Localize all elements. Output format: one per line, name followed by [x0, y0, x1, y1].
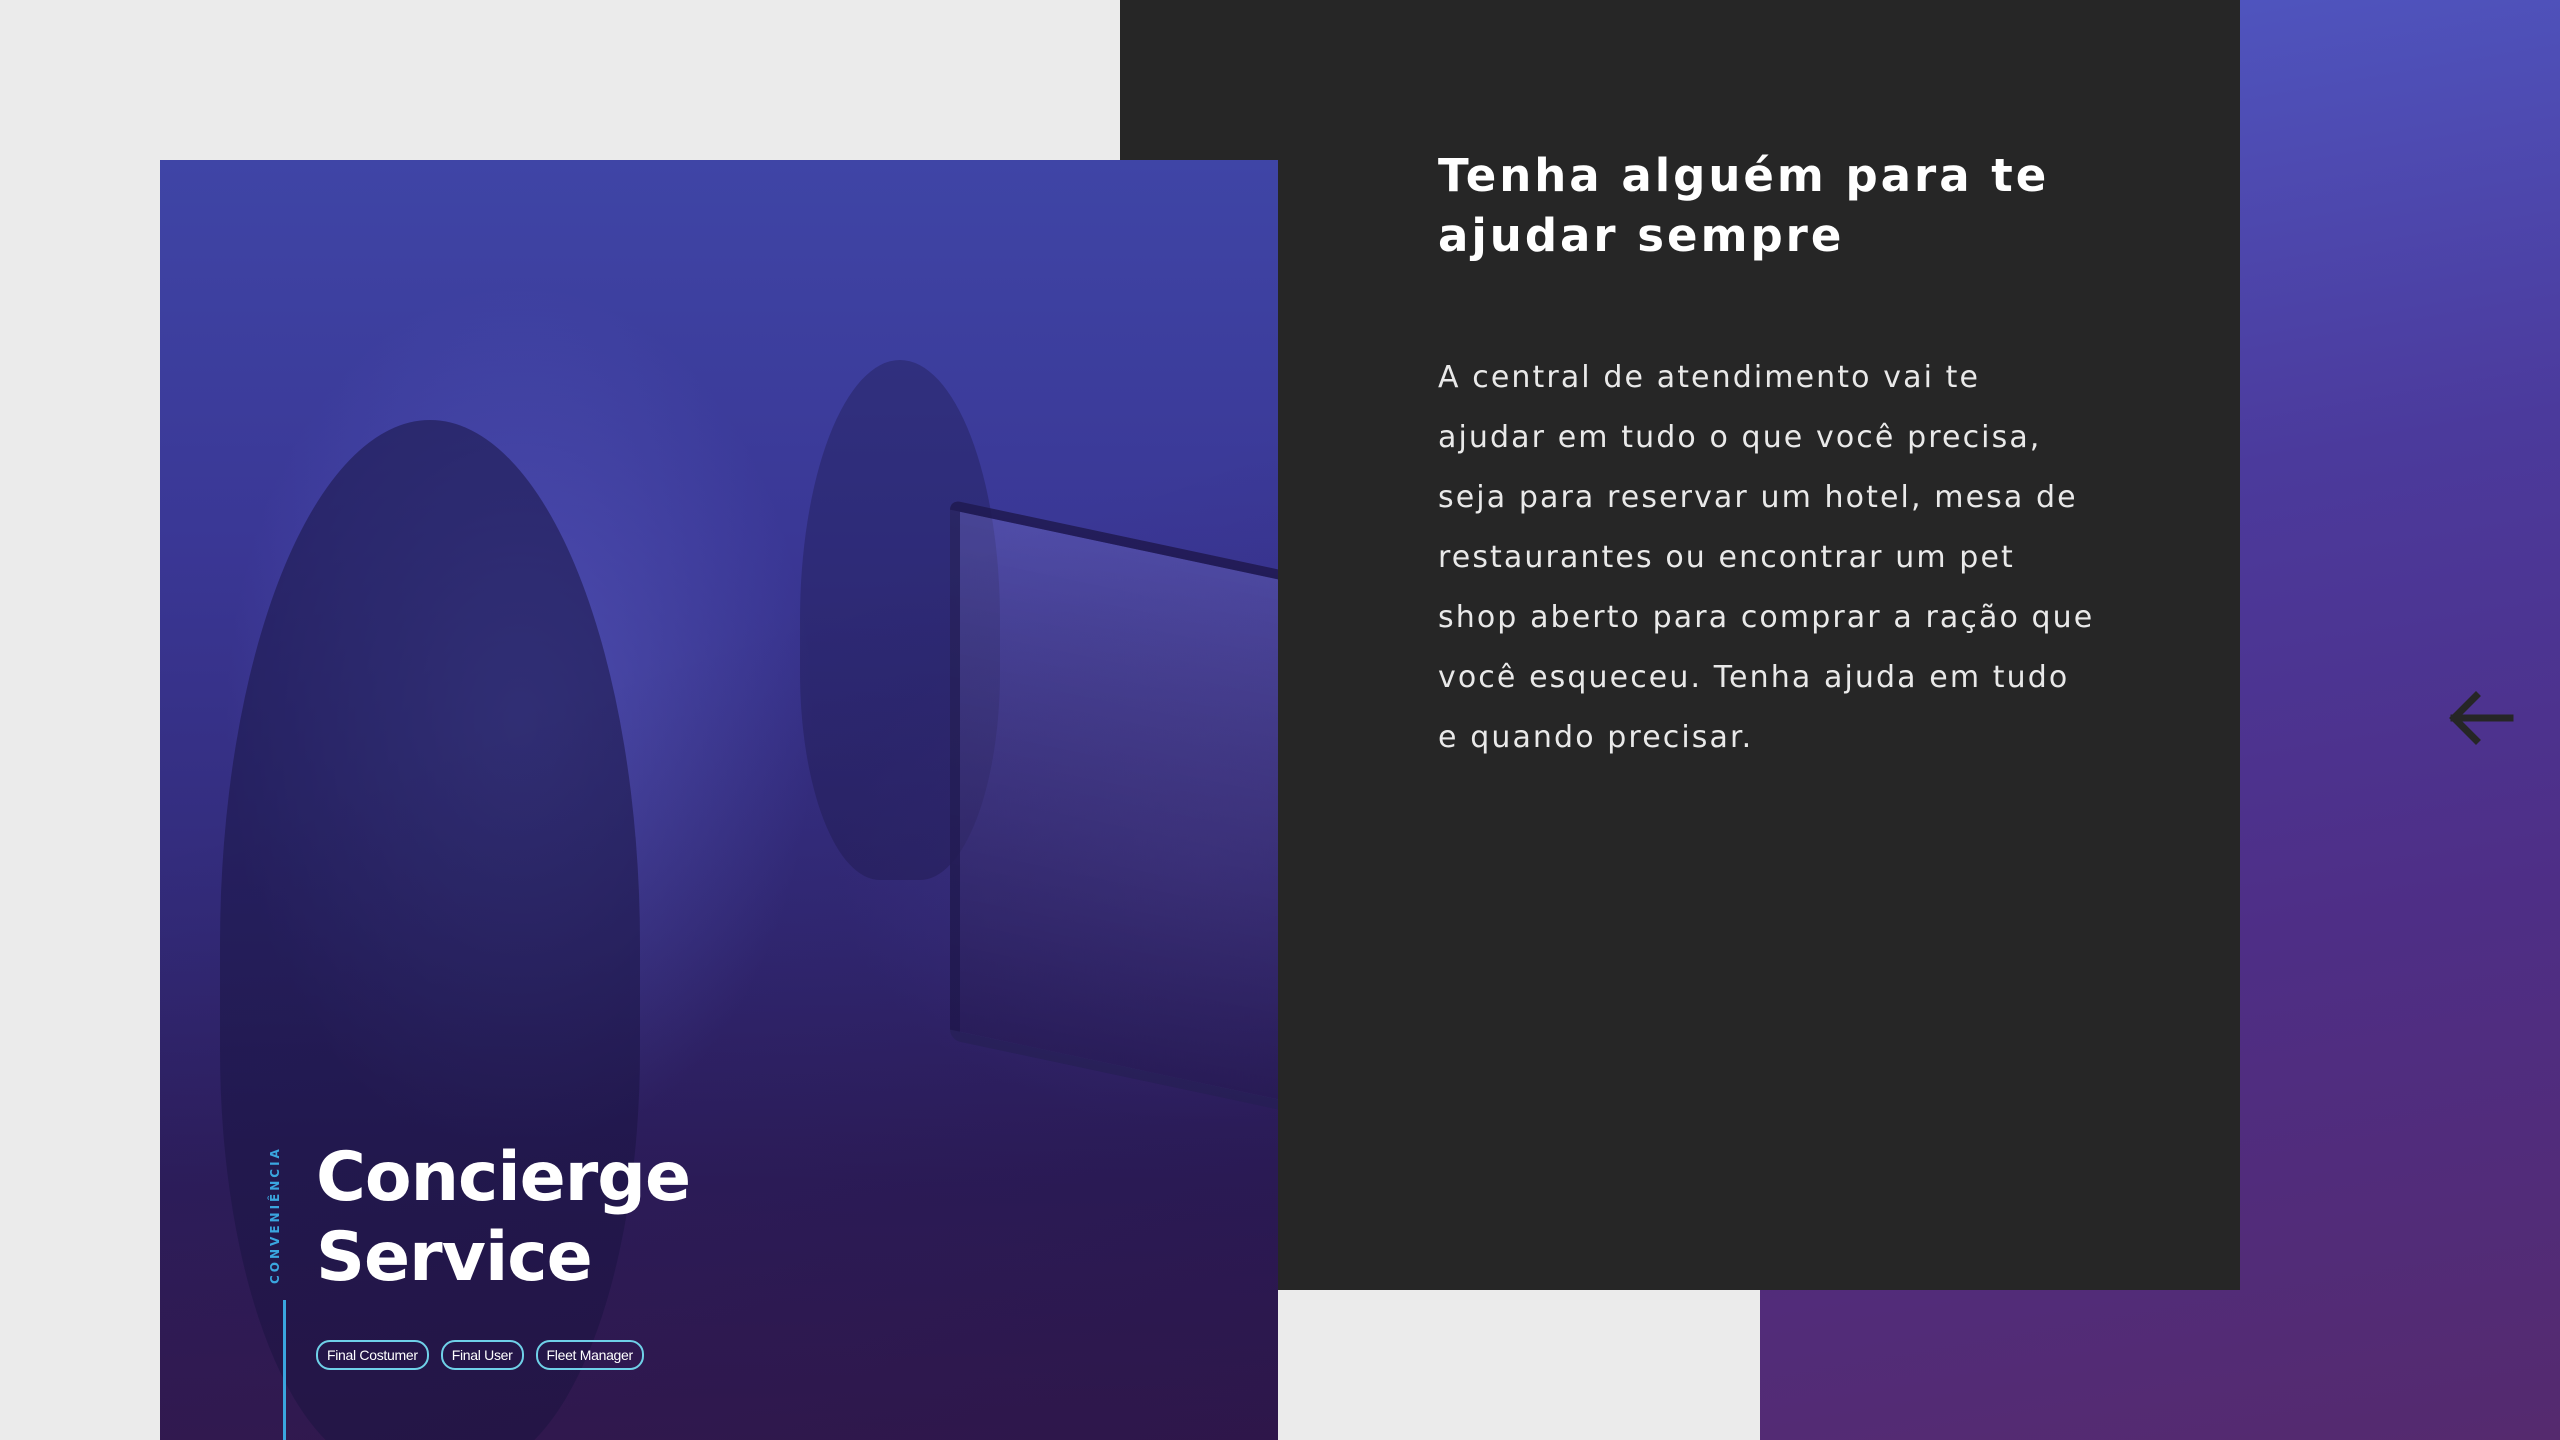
category-label: CONVENIÊNCIA [268, 1146, 282, 1284]
tag-final-user: Final User [440, 1340, 524, 1370]
hero-title: Concierge Service [316, 1138, 916, 1298]
tag-final-costumer: Final Costumer [316, 1340, 429, 1370]
tag-fleet-manager: Fleet Manager [535, 1340, 644, 1370]
accent-line [283, 1300, 286, 1440]
hero-title-line-1: Concierge [316, 1138, 691, 1217]
panel-body-text: A central de atendimento vai te ajudar e… [1438, 360, 2095, 755]
back-arrow-button[interactable] [2446, 690, 2516, 746]
audience-tags: Final Costumer Final User Fleet Manager [316, 1340, 644, 1370]
panel-heading: Tenha alguém para te ajudar sempre [1438, 149, 2050, 262]
arrow-left-icon [2449, 691, 2514, 745]
hero-title-line-2: Service [316, 1218, 593, 1297]
